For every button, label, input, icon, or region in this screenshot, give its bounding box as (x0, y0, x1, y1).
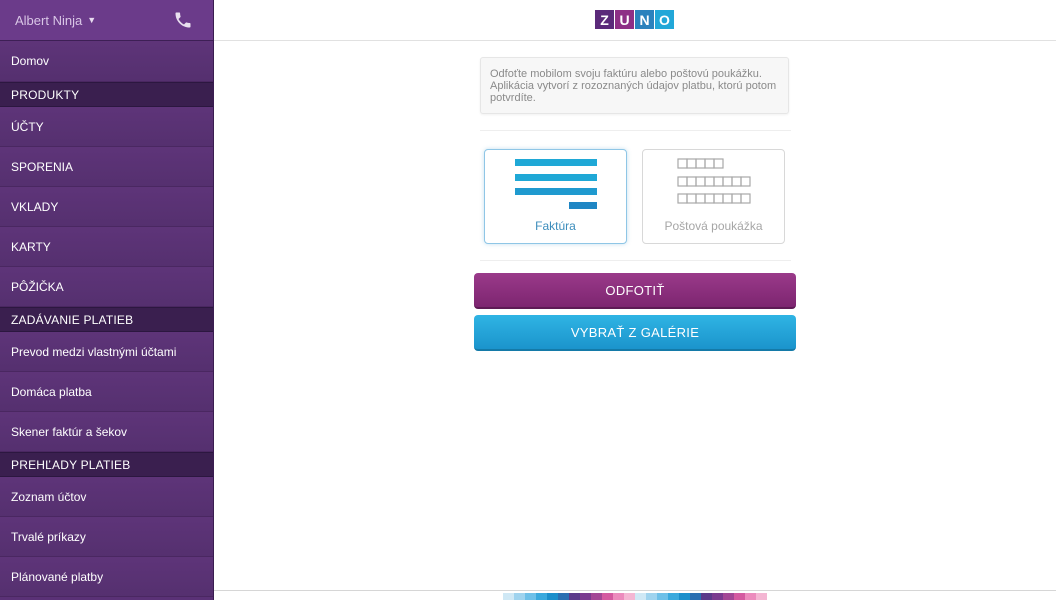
postal-option-card[interactable]: Poštová poukážka (642, 149, 785, 244)
color-strip-segment (525, 593, 536, 600)
logo-letter: U (615, 10, 634, 29)
color-strip-segment (558, 593, 569, 600)
zuno-logo: Z U N O (595, 10, 674, 29)
info-box: Odfoťte mobilom svoju faktúru alebo pošt… (480, 57, 789, 114)
color-strip-segment (701, 593, 712, 600)
color-strip-segment (712, 593, 723, 600)
decorative-color-strip (503, 593, 767, 600)
sidebar: Albert Ninja ▼ Domov PRODUKTY ÚČTY SPORE… (0, 0, 214, 600)
color-strip-segment (624, 593, 635, 600)
color-strip-segment (503, 593, 514, 600)
color-strip-segment (745, 593, 756, 600)
color-strip-segment (756, 593, 767, 600)
divider (480, 260, 791, 261)
invoice-option-card[interactable]: Faktúra (484, 149, 627, 244)
user-name: Albert Ninja (15, 12, 83, 28)
sidebar-item-home[interactable]: Domov (0, 41, 213, 82)
top-bar: Z U N O (214, 0, 1056, 41)
phone-icon[interactable] (173, 10, 193, 30)
divider (480, 130, 791, 131)
sidebar-item-loan[interactable]: PÔŽIČKA (0, 267, 213, 307)
color-strip-segment (602, 593, 613, 600)
sidebar-item-planned-payments[interactable]: Plánované platby (0, 557, 213, 597)
sidebar-item-invoice-scanner[interactable]: Skener faktúr a šekov (0, 412, 213, 452)
sidebar-section-payments: ZADÁVANIE PLATIEB (0, 307, 213, 332)
sidebar-item-accounts[interactable]: ÚČTY (0, 107, 213, 147)
logo-letter: Z (595, 10, 614, 29)
choose-from-gallery-button[interactable]: VYBRAŤ Z GALÉRIE (474, 315, 796, 351)
postal-option-label: Poštová poukážka (664, 219, 763, 233)
sidebar-item-account-list[interactable]: Zoznam účtov (0, 477, 213, 517)
user-menu[interactable]: Albert Ninja ▼ (15, 13, 96, 28)
bottom-divider (214, 590, 1056, 591)
logo-letter: O (655, 10, 674, 29)
postal-order-icon (677, 158, 751, 204)
color-strip-segment (536, 593, 547, 600)
color-strip-segment (668, 593, 679, 600)
color-strip-segment (679, 593, 690, 600)
chevron-down-icon: ▼ (87, 15, 97, 25)
color-strip-segment (569, 593, 580, 600)
sidebar-item-cards[interactable]: KARTY (0, 227, 213, 267)
sidebar-item-savings[interactable]: SPORENIA (0, 147, 213, 187)
color-strip-segment (657, 593, 668, 600)
sidebar-header: Albert Ninja ▼ (0, 0, 213, 41)
color-strip-segment (613, 593, 624, 600)
color-strip-segment (646, 593, 657, 600)
sidebar-item-domestic-payment[interactable]: Domáca platba (0, 372, 213, 412)
color-strip-segment (580, 593, 591, 600)
sidebar-item-standing-orders[interactable]: Trvalé príkazy (0, 517, 213, 557)
sidebar-item-deposits[interactable]: VKLADY (0, 187, 213, 227)
color-strip-segment (514, 593, 525, 600)
take-photo-button[interactable]: ODFOTIŤ (474, 273, 796, 309)
color-strip-segment (547, 593, 558, 600)
invoice-icon (515, 159, 597, 209)
sidebar-item-own-transfer[interactable]: Prevod medzi vlastnými účtami (0, 332, 213, 372)
sidebar-section-overview: PREHĽADY PLATIEB (0, 452, 213, 477)
invoice-option-label: Faktúra (535, 219, 576, 233)
color-strip-segment (591, 593, 602, 600)
color-strip-segment (690, 593, 701, 600)
logo-letter: N (635, 10, 654, 29)
color-strip-segment (723, 593, 734, 600)
color-strip-segment (734, 593, 745, 600)
color-strip-segment (635, 593, 646, 600)
sidebar-section-products: PRODUKTY (0, 82, 213, 107)
